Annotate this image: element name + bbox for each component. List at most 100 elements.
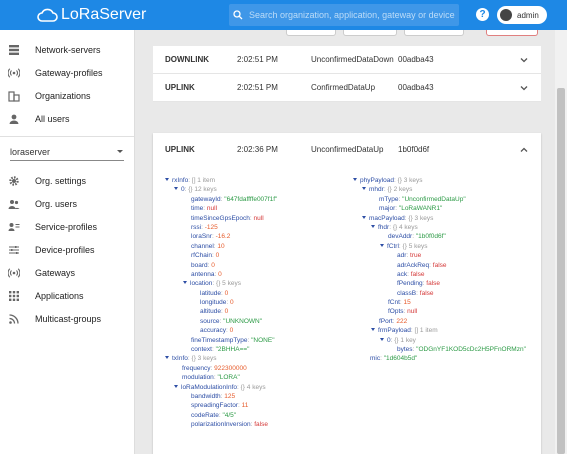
logo[interactable]: LoRaServer [36,6,146,24]
expand-arrow-icon[interactable] [380,243,384,247]
json-meta: {} 3 keys [408,214,434,222]
chevron-down-icon[interactable] [519,55,529,65]
expand-arrow-icon[interactable] [174,384,178,388]
json-tree-node[interactable]: txInfo: {} 3 keys [165,354,277,363]
json-tree-node[interactable]: 0: {} 1 key [353,336,526,345]
json-tree-node[interactable]: location: {} 5 keys [165,279,277,288]
sidebar-item-multicast-groups[interactable]: Multicast-groups [0,307,134,330]
json-value: false [426,280,441,288]
expand-arrow-icon[interactable] [371,224,375,228]
sidebar-item-network-servers[interactable]: Network-servers [0,38,134,61]
json-value: false [419,289,434,297]
sidebar-item-org-settings[interactable]: Org. settings [0,169,134,192]
json-meta: {} 3 keys [191,355,217,363]
rss-icon [7,312,21,326]
toolbar-button[interactable] [486,30,538,36]
json-tree-node: major: "LoRaWANR1" [353,204,526,213]
user-menu-button[interactable]: admin [497,6,547,24]
json-key: fCnt [388,299,400,307]
json-tree-node[interactable]: frmPayload: [] 1 item [353,326,526,335]
organization-select[interactable]: loraserver [10,143,124,161]
chevron-up-icon[interactable] [519,145,529,155]
tune-icon [7,243,21,257]
chevron-down-icon[interactable] [519,83,529,93]
frame-row[interactable]: DOWNLINK 2:02:51 PM UnconfirmedDataDown … [153,46,541,74]
json-value: 0 [218,270,222,278]
frame-type: ConfirmedDataUp [311,83,376,92]
user-name: admin [517,10,539,20]
json-value: 0 [224,308,229,316]
json-tree-node[interactable]: fhdr: {} 4 keys [353,223,526,232]
json-value: false [432,261,447,269]
json-key: antenna [191,270,215,278]
sidebar-item-label: Gateway-profiles [35,67,103,78]
json-tree-node: board: 0 [165,261,277,270]
frame-devaddr: 1b0f0d6f [398,145,430,154]
json-key: fhdr [378,223,390,231]
sidebar-item-applications[interactable]: Applications [0,284,134,307]
json-tree-node[interactable]: mhdr: {} 2 keys [353,185,526,194]
search-input[interactable] [249,10,459,20]
frame-row[interactable]: UPLINK 2:02:51 PM ConfirmedDataUp 00adba… [153,74,541,102]
expand-arrow-icon[interactable] [165,356,169,360]
json-tree-node[interactable]: 0: {} 12 keys [165,185,277,194]
expand-arrow-icon[interactable] [362,187,366,191]
expand-arrow-icon[interactable] [371,328,375,332]
help-icon[interactable]: ? [476,8,489,21]
scrollbar-thumb[interactable] [557,88,565,454]
json-tree-node[interactable]: fCtrl: {} 5 keys [353,242,526,251]
json-value: "1d604b5d" [383,355,418,363]
sidebar-item-label: Applications [35,290,84,301]
sidebar-item-org-users[interactable]: Org. users [0,192,134,215]
frame-direction: UPLINK [165,145,195,154]
search-box[interactable] [229,4,459,26]
json-tree-node: codeRate: "4/5" [165,411,277,420]
expand-arrow-icon[interactable] [165,178,169,181]
json-meta: {} 5 keys [402,242,428,250]
json-key: longitude [200,299,227,307]
json-tree-node[interactable]: rxInfo: [] 1 item [165,176,277,185]
json-tree-node: accuracy: 0 [165,326,277,335]
json-value: 0 [224,289,229,297]
sidebar-item-device-profiles[interactable]: Device-profiles [0,238,134,261]
apps-icon [7,289,21,303]
json-meta: {} 12 keys [188,186,217,194]
toolbar-button[interactable] [286,30,336,36]
json-key: fCtrl [387,242,399,250]
expand-arrow-icon[interactable] [183,281,187,285]
json-tree-node[interactable]: phyPayload: {} 3 keys [353,176,526,185]
expand-arrow-icon[interactable] [353,178,357,181]
expand-arrow-icon[interactable] [362,215,366,219]
scrollbar[interactable] [555,30,567,454]
frame-devaddr: 00adba43 [398,55,434,64]
wifi-icon [7,266,21,280]
json-key: bytes [397,346,413,354]
expand-arrow-icon[interactable] [174,187,178,191]
server-icon [7,43,21,57]
json-key: macPayload [369,214,405,222]
json-meta: {} 2 keys [387,186,413,194]
json-key: phyPayload [360,177,394,184]
json-tree-node[interactable]: loRaModulationInfo: {} 4 keys [165,383,277,392]
json-tree-node[interactable]: macPayload: {} 3 keys [353,214,526,223]
json-key: gatewayId [191,195,221,203]
sidebar-item-gateway-profiles[interactable]: Gateway-profiles [0,61,134,84]
frame-row[interactable]: UPLINK 2:02:36 PM UnconfirmedDataUp 1b0f… [153,133,541,166]
sidebar-item-organizations[interactable]: Organizations [0,84,134,107]
json-value: 0 [211,261,215,269]
json-key: frmPayload [378,327,411,335]
sidebar-divider [0,136,134,137]
json-key: mType [379,195,399,203]
json-value: 125 [224,392,236,400]
json-tree-node: mic: "1d604b5d" [353,354,526,363]
sidebar-item-service-profiles[interactable]: Service-profiles [0,215,134,238]
sidebar-item-gateways[interactable]: Gateways [0,261,134,284]
expand-arrow-icon[interactable] [380,337,384,341]
json-tree-node: classB: false [353,289,526,298]
toolbar-button[interactable] [404,30,464,36]
sidebar-item-all-users[interactable]: All users [0,107,134,130]
people-icon [7,197,21,211]
json-tree-node: ack: false [353,270,526,279]
toolbar-button[interactable] [343,30,397,36]
json-value: "4/5" [222,411,237,419]
